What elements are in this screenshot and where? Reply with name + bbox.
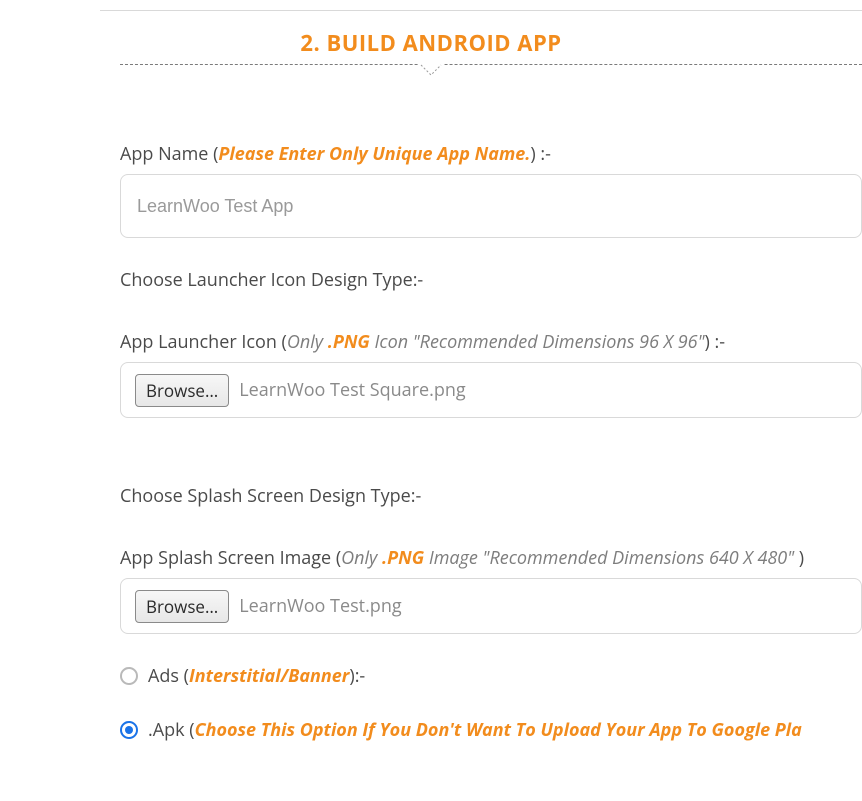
app-name-hint: Please Enter Only Unique App Name. (218, 142, 530, 166)
apk-option-row: .Apk (Choose This Option If You Don't Wa… (120, 718, 862, 742)
splash-image-filename: LearnWoo Test.png (239, 594, 401, 618)
splash-image-browse-button[interactable]: Browse… (135, 590, 229, 623)
launcher-icon-only: Only (287, 330, 328, 354)
launcher-icon-label-prefix: App Launcher Icon ( (120, 330, 287, 354)
chevron-down-icon (419, 63, 443, 77)
splash-image-png: .PNG (382, 546, 424, 570)
launcher-type-label: Choose Launcher Icon Design Type:- (120, 268, 862, 292)
ads-option-row: Ads (Interstitial/Banner):- (120, 664, 862, 688)
top-divider (100, 10, 862, 11)
app-name-label-prefix: App Name ( (120, 142, 218, 166)
apk-hint: Choose This Option If You Don't Want To … (195, 718, 802, 742)
launcher-icon-filename: LearnWoo Test Square.png (239, 378, 466, 402)
apk-prefix: .Apk ( (148, 718, 195, 742)
launcher-icon-png: .PNG (328, 330, 370, 354)
build-form: App Name (Please Enter Only Unique App N… (120, 142, 862, 742)
ads-hint: Interstitial/Banner (189, 664, 349, 688)
splash-image-label-prefix: App Splash Screen Image ( (120, 546, 341, 570)
ads-radio[interactable] (120, 667, 138, 685)
launcher-icon-label-suffix: ) :- (705, 330, 726, 354)
apk-label: .Apk (Choose This Option If You Don't Wa… (148, 718, 802, 742)
splash-image-only: Only (341, 546, 382, 570)
launcher-icon-rest: Icon "Recommended Dimensions 96 X 96" (370, 330, 705, 354)
apk-radio[interactable] (120, 721, 138, 739)
splash-image-label-suffix: ) (799, 546, 804, 570)
app-name-label: App Name (Please Enter Only Unique App N… (120, 142, 862, 166)
splash-type-label: Choose Splash Screen Design Type:- (120, 484, 862, 508)
splash-image-label: App Splash Screen Image (Only .PNG Image… (120, 546, 862, 570)
ads-prefix: Ads ( (148, 664, 189, 688)
section-header: 2. BUILD ANDROID APP (0, 28, 862, 66)
splash-image-rest: Image "Recommended Dimensions 640 X 480" (424, 546, 799, 570)
launcher-icon-file-field: Browse… LearnWoo Test Square.png (120, 362, 862, 418)
ads-label: Ads (Interstitial/Banner):- (148, 664, 365, 688)
launcher-icon-label: App Launcher Icon (Only .PNG Icon "Recom… (120, 330, 862, 354)
launcher-icon-browse-button[interactable]: Browse… (135, 374, 229, 407)
dashed-divider (120, 64, 862, 65)
splash-image-file-field: Browse… LearnWoo Test.png (120, 578, 862, 634)
section-title: 2. BUILD ANDROID APP (290, 28, 571, 66)
app-name-input[interactable] (120, 174, 862, 238)
app-name-label-suffix: ) :- (530, 142, 551, 166)
ads-suffix: ):- (349, 664, 365, 688)
